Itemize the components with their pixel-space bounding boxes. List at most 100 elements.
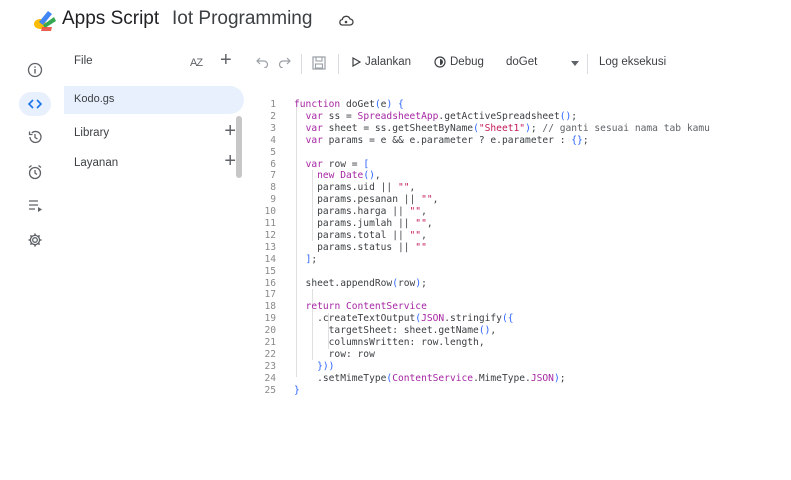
apps-script-logo[interactable]	[32, 9, 58, 33]
code-text[interactable]: .setMimeType(ContentService.MimeType.JSO…	[294, 373, 565, 385]
toolbar-divider	[587, 54, 588, 74]
code-line[interactable]: 2 var ss = SpreadsheetApp.getActiveSprea…	[246, 111, 791, 123]
file-item-kodo-gs[interactable]: Kodo.gs	[64, 86, 244, 114]
run-button[interactable]: Jalankan	[352, 56, 411, 68]
add-library-plus-icon[interactable]: +	[224, 121, 236, 141]
code-text[interactable]: }))	[294, 361, 334, 373]
code-line[interactable]: 10 params.harga || "",	[246, 206, 791, 218]
cloud-saved-icon	[339, 15, 354, 26]
line-number: 15	[264, 265, 276, 277]
alarm-triggers-icon[interactable]	[24, 161, 46, 183]
chevron-down-icon[interactable]	[571, 61, 579, 66]
line-number: 17	[264, 289, 276, 301]
library-row[interactable]: Library +	[64, 120, 244, 148]
code-text[interactable]: function doGet(e) {	[294, 99, 404, 111]
redo-icon[interactable]	[278, 56, 291, 68]
settings-gear-icon[interactable]	[24, 229, 46, 251]
code-text[interactable]: return ContentService	[294, 301, 427, 313]
line-number: 2	[270, 110, 276, 122]
code-line[interactable]: 13 params.status || ""	[246, 242, 791, 254]
code-text[interactable]: sheet.appendRow(row);	[294, 278, 427, 290]
code-line[interactable]: 20 targetSheet: sheet.getName(),	[246, 325, 791, 337]
code-text[interactable]: params.jumlah || "",	[294, 218, 433, 230]
code-line[interactable]: 9 params.pesanan || "",	[246, 194, 791, 206]
code-line[interactable]: 17	[246, 289, 791, 301]
code-text[interactable]: var row = [	[294, 159, 370, 171]
toolbar-divider	[301, 54, 302, 74]
code-text[interactable]: .createTextOutput(JSON.stringify({	[294, 313, 513, 325]
code-text[interactable]: var ss = SpreadsheetApp.getActiveSpreads…	[294, 111, 578, 123]
code-editor[interactable]: 1 function doGet(e) {2 var ss = Spreadshe…	[246, 88, 791, 480]
app-header: Apps Script Iot Programming	[0, 0, 791, 44]
code-line[interactable]: 1 function doGet(e) {	[246, 99, 791, 111]
code-line[interactable]: 16 sheet.appendRow(row);	[246, 278, 791, 290]
library-label: Library	[74, 127, 110, 139]
line-number: 18	[264, 301, 276, 313]
code-text[interactable]: new Date(),	[294, 170, 381, 182]
code-line[interactable]: 3 var sheet = ss.getSheetByName("Sheet1"…	[246, 123, 791, 135]
history-icon[interactable]	[24, 126, 46, 148]
app-name[interactable]: Apps Script	[62, 8, 159, 30]
files-header: File	[64, 48, 244, 76]
line-number: 7	[270, 170, 276, 182]
project-title[interactable]: Iot Programming	[172, 8, 312, 30]
code-line[interactable]: 24 .setMimeType(ContentService.MimeType.…	[246, 373, 791, 385]
file-name: Kodo.gs	[74, 93, 115, 105]
line-number: 19	[264, 313, 276, 325]
debug-icon	[434, 56, 446, 68]
code-text[interactable]: params.harga || "",	[294, 206, 427, 218]
code-line[interactable]: 4 var params = e && e.parameter ? e.para…	[246, 135, 791, 147]
save-icon[interactable]	[312, 56, 326, 70]
code-line[interactable]: 5	[246, 147, 791, 159]
code-line[interactable]: 21 columnsWritten: row.length,	[246, 337, 791, 349]
function-select[interactable]: doGet	[506, 56, 537, 68]
line-number: 14	[264, 253, 276, 265]
code-line[interactable]: 23 }))	[246, 361, 791, 373]
files-label: File	[74, 55, 93, 67]
code-line[interactable]: 7 new Date(),	[246, 170, 791, 182]
editor-code-icon[interactable]	[19, 92, 51, 116]
code-text[interactable]: targetSheet: sheet.getName(),	[294, 325, 497, 337]
execution-log-button[interactable]: Log eksekusi	[599, 56, 666, 68]
code-line[interactable]: 22 row: row	[246, 349, 791, 361]
code-text[interactable]: params.status || ""	[294, 242, 427, 254]
overview-icon[interactable]	[24, 59, 46, 81]
add-file-plus-icon[interactable]: +	[220, 50, 232, 70]
code-text[interactable]: var sheet = ss.getSheetByName("Sheet1");…	[294, 123, 710, 135]
line-number: 12	[264, 229, 276, 241]
code-line[interactable]: 19 .createTextOutput(JSON.stringify({	[246, 313, 791, 325]
code-text[interactable]: row: row	[294, 349, 375, 361]
code-text[interactable]: params.total || "",	[294, 230, 427, 242]
code-line[interactable]: 18 return ContentService	[246, 301, 791, 313]
sort-az-icon[interactable]: AZ	[190, 57, 203, 69]
navigation-rail	[0, 44, 64, 480]
file-panel: File AZ + Kodo.gs Library + Layanan +	[64, 44, 246, 480]
code-text[interactable]: params.uid || "",	[294, 182, 415, 194]
code-line[interactable]: 12 params.total || "",	[246, 230, 791, 242]
undo-icon[interactable]	[256, 56, 269, 68]
code-text[interactable]: }	[294, 385, 300, 397]
toolbar-divider	[338, 54, 339, 74]
code-line[interactable]: 14 ];	[246, 254, 791, 266]
line-number: 16	[264, 277, 276, 289]
code-line[interactable]: 25}	[246, 385, 791, 397]
executions-icon[interactable]	[24, 194, 46, 216]
line-number: 21	[264, 337, 276, 348]
services-row[interactable]: Layanan +	[64, 150, 244, 178]
add-service-plus-icon[interactable]: +	[224, 151, 236, 171]
code-line[interactable]: 15	[246, 266, 791, 278]
line-number: 22	[264, 348, 276, 360]
code-text[interactable]: ];	[294, 254, 318, 266]
code-line[interactable]: 8 params.uid || "",	[246, 182, 791, 194]
line-number: 10	[264, 206, 276, 218]
debug-button[interactable]: Debug	[434, 56, 484, 68]
line-number: 8	[270, 182, 276, 194]
line-number: 3	[270, 122, 276, 134]
panel-scrollbar[interactable]	[236, 116, 242, 178]
code-text[interactable]: params.pesanan || "",	[294, 194, 438, 206]
code-line[interactable]: 6 var row = [	[246, 159, 791, 171]
code-text[interactable]: columnsWritten: row.length,	[294, 337, 485, 349]
code-line[interactable]: 11 params.jumlah || "",	[246, 218, 791, 230]
code-text[interactable]: var params = e && e.parameter ? e.parame…	[294, 135, 589, 147]
line-number: 20	[264, 325, 276, 337]
